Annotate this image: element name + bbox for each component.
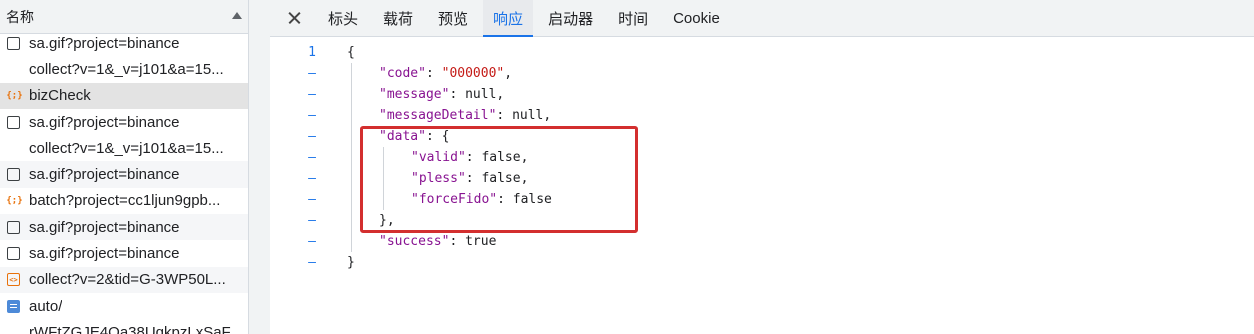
name-column-label: 名称 xyxy=(6,8,34,25)
tab-payload[interactable]: 载荷 xyxy=(373,0,423,36)
highlight-box xyxy=(360,126,638,233)
tab-timing[interactable]: 时间 xyxy=(608,0,658,36)
indent-guide xyxy=(351,63,352,252)
fold-marker[interactable]: – xyxy=(294,84,316,105)
code-line: – "success": true xyxy=(270,231,1254,252)
request-name: sa.gif?project=binance xyxy=(29,245,180,263)
request-row[interactable]: sa.gif?project=binance xyxy=(0,161,248,188)
fold-marker[interactable]: – xyxy=(294,168,316,189)
request-row[interactable]: collect?v=1&_v=j101&a=15... xyxy=(0,135,248,161)
code-text: "messageDetail": null, xyxy=(379,108,552,123)
fold-marker[interactable]: – xyxy=(294,63,316,84)
code-text: "message": null, xyxy=(379,87,505,102)
json-value: null xyxy=(465,87,497,102)
code-text: "code": "000000", xyxy=(379,66,513,81)
fold-marker[interactable]: – xyxy=(294,105,316,126)
request-list-panel: 名称 sa.gif?project=binance collect?v=1&_v… xyxy=(0,0,248,334)
request-row[interactable]: rWFtZGJE4Oa38UqkpzLxSaF... xyxy=(0,319,248,334)
tab-initiator[interactable]: 启动器 xyxy=(538,0,603,36)
tab-headers[interactable]: 标头 xyxy=(318,0,368,36)
document-icon xyxy=(7,299,20,313)
request-row[interactable]: sa.gif?project=binance xyxy=(0,109,248,135)
fold-marker[interactable]: – xyxy=(294,231,316,252)
fold-marker[interactable]: – xyxy=(294,189,316,210)
request-name: auto/ xyxy=(29,297,63,315)
panel-resize-divider[interactable] xyxy=(248,0,270,334)
code-text: "success": true xyxy=(379,234,497,249)
line-number: 1 xyxy=(308,45,316,60)
fold-marker[interactable]: – xyxy=(294,210,316,231)
request-name: collect?v=1&_v=j101&a=15... xyxy=(29,139,224,157)
json-key: "message" xyxy=(379,87,450,102)
request-name: bizCheck xyxy=(29,87,91,105)
close-icon[interactable] xyxy=(270,0,318,36)
request-name: sa.gif?project=binance xyxy=(29,34,180,52)
json-value: "000000" xyxy=(441,66,505,81)
request-name: collect?v=2&tid=G-3WP50L... xyxy=(29,271,226,289)
json-key: "success" xyxy=(379,234,450,249)
tab-response[interactable]: 响应 xyxy=(483,0,534,37)
detail-tab-bar: 标头 载荷 预览 响应 启动器 时间 Cookie xyxy=(270,0,1254,37)
request-name: collect?v=1&_v=j101&a=15... xyxy=(29,60,224,78)
request-name: batch?project=cc1ljun9gpb... xyxy=(29,192,221,210)
tab-cookies[interactable]: Cookie xyxy=(663,0,730,36)
xhr-braces-icon: {;} xyxy=(6,90,23,101)
request-row[interactable]: auto/ xyxy=(0,293,248,319)
tab-preview[interactable]: 预览 xyxy=(428,0,478,36)
request-row[interactable]: {;} batch?project=cc1ljun9gpb... xyxy=(0,188,248,214)
checkbox-icon[interactable] xyxy=(7,220,20,234)
request-name: sa.gif?project=binance xyxy=(29,166,180,184)
script-icon: <> xyxy=(7,273,20,287)
request-row[interactable]: sa.gif?project=binance xyxy=(0,30,248,56)
request-row-selected[interactable]: {;} bizCheck xyxy=(0,82,248,109)
code-text: { xyxy=(347,45,355,60)
json-key: "code" xyxy=(379,66,426,81)
fold-marker[interactable]: – xyxy=(294,252,316,273)
request-row[interactable]: sa.gif?project=binance xyxy=(0,240,248,266)
code-line: –} xyxy=(270,252,1254,273)
fold-marker[interactable]: – xyxy=(294,126,316,147)
request-name: sa.gif?project=binance xyxy=(29,113,180,131)
checkbox-icon[interactable] xyxy=(7,36,20,50)
checkbox-icon[interactable] xyxy=(7,115,20,129)
sort-ascending-icon[interactable] xyxy=(232,12,242,19)
code-line: – "messageDetail": null, xyxy=(270,105,1254,126)
request-row[interactable]: <> collect?v=2&tid=G-3WP50L... xyxy=(0,266,248,293)
code-line: – "code": "000000", xyxy=(270,63,1254,84)
code-line: – "message": null, xyxy=(270,84,1254,105)
code-line: 1{ xyxy=(270,42,1254,63)
request-name: rWFtZGJE4Oa38UqkpzLxSaF... xyxy=(29,323,242,334)
json-value: null xyxy=(512,108,544,123)
request-name: sa.gif?project=binance xyxy=(29,218,180,236)
json-key: "messageDetail" xyxy=(379,108,497,123)
name-column-header[interactable]: 名称 xyxy=(0,0,248,34)
checkbox-icon[interactable] xyxy=(7,247,20,261)
request-list: sa.gif?project=binance collect?v=1&_v=j1… xyxy=(0,30,248,334)
xhr-braces-icon: {;} xyxy=(6,195,23,206)
code-text: } xyxy=(347,255,355,270)
checkbox-icon[interactable] xyxy=(7,168,20,182)
json-value: true xyxy=(465,234,497,249)
request-row[interactable]: collect?v=1&_v=j101&a=15... xyxy=(0,56,248,82)
fold-marker[interactable]: – xyxy=(294,147,316,168)
request-row[interactable]: sa.gif?project=binance xyxy=(0,214,248,241)
